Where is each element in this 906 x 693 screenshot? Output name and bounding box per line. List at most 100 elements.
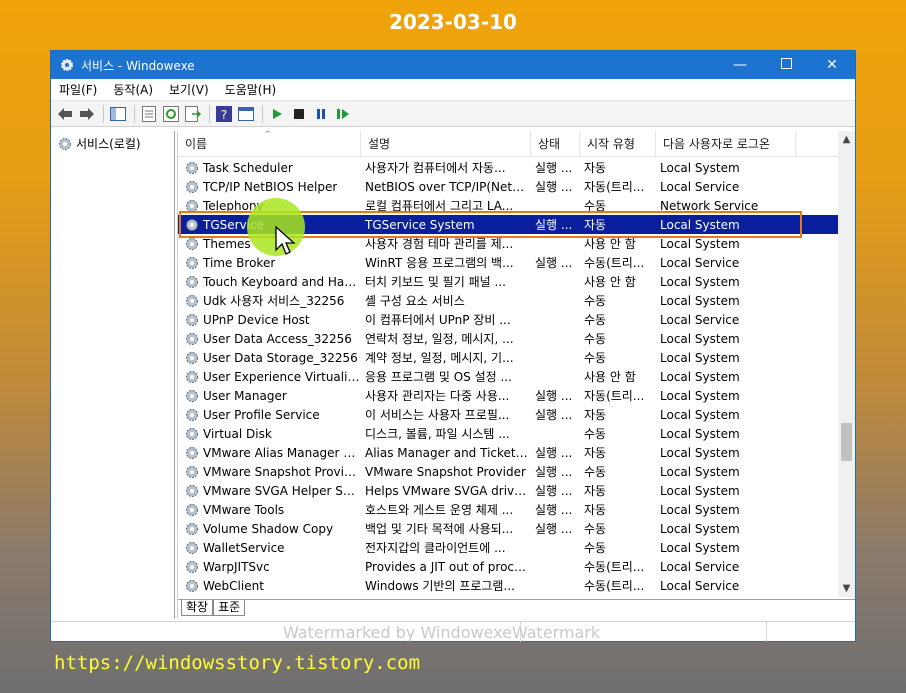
content-area: 서비스(로컬) ⌃ 이름 설명 상태 시작 유형 다음 사용자로 로그온 Task… — [51, 129, 855, 621]
service-startup-type: 자동 — [584, 503, 607, 517]
service-description: 이 컴퓨터에서 UPnP 장비 ... — [365, 313, 511, 327]
service-name-cell: VMware Alias Manager an... — [178, 445, 361, 461]
service-description: 응용 프로그램 및 OS 설정 ... — [365, 370, 512, 384]
service-row[interactable]: User Profile Service 이 서비스는 사용자 프로필... 실행 … — [178, 405, 838, 424]
service-row[interactable]: Task Scheduler 사용자가 컴퓨터에서 자동... 실행 ... 자동 Lo… — [178, 158, 838, 177]
service-row[interactable]: Touch Keyboard and Hand... 터치 키보드 및 필기 패널… — [178, 272, 838, 291]
service-gear-icon — [184, 502, 200, 518]
show-tree-button[interactable] — [108, 104, 128, 124]
export-button[interactable] — [183, 104, 203, 124]
service-name: Task Scheduler — [203, 160, 293, 175]
service-name: Virtual Disk — [203, 426, 272, 441]
service-log-on-as: Local System — [660, 521, 740, 536]
service-description: Alias Manager and Ticket S... — [365, 445, 531, 460]
scroll-up-icon[interactable]: ▲ — [838, 131, 855, 148]
service-log-on-as: Local System — [660, 293, 740, 308]
toolbar-divider — [103, 104, 104, 123]
service-startup-type: 수동(트리... — [584, 579, 645, 593]
service-row[interactable]: VMware Alias Manager an... Alias Manager … — [178, 443, 838, 462]
properties-icon — [238, 106, 254, 121]
service-row[interactable]: VMware SVGA Helper Serv... Helps VMware S… — [178, 481, 838, 500]
service-row[interactable]: User Manager 사용자 관리자는 다중 사용... 실행 ... 자동(트리… — [178, 386, 838, 405]
scrollbar-thumb[interactable] — [841, 423, 852, 461]
column-header-label: 상태 — [538, 137, 561, 151]
window-title: 서비스 - Windowexe — [81, 58, 195, 73]
service-row[interactable]: Udk 사용자 서비스_32256 셸 구성 요소 서비스 수동 Local Syst… — [178, 291, 838, 310]
tab-standard[interactable]: 표준 — [213, 600, 246, 616]
service-name-cell: VMware Snapshot Provider — [178, 464, 361, 480]
scroll-down-icon[interactable]: ▼ — [838, 580, 855, 597]
menu-action[interactable]: 동작(A) — [105, 81, 161, 98]
service-gear-icon — [184, 160, 200, 176]
close-button[interactable]: ✕ — [809, 51, 855, 79]
service-log-on-as: Local System — [660, 502, 740, 517]
column-header-startup-type[interactable]: 시작 유형 — [580, 131, 656, 157]
service-name: WarpJITSvc — [203, 559, 270, 574]
service-log-on-as: Local System — [660, 388, 740, 403]
service-gear-icon — [184, 369, 200, 385]
tab-extended[interactable]: 확장 — [181, 600, 214, 616]
export-icon — [185, 105, 201, 122]
service-row[interactable]: User Experience Virtualizati... 응용 프로그램 및… — [178, 367, 838, 386]
menu-view[interactable]: 보기(V) — [161, 81, 217, 98]
menu-help[interactable]: 도움말(H) — [217, 81, 285, 98]
services-window: 서비스 - Windowexe — ✕ 파일(F) 동작(A) 보기(V) 도움… — [50, 50, 856, 642]
properties-button[interactable] — [236, 104, 256, 124]
column-header-status[interactable]: 상태 — [531, 131, 580, 157]
forward-button[interactable] — [77, 104, 97, 124]
service-row[interactable]: WebClient Windows 기반의 프로그램... 수동(트리... Loca… — [178, 576, 838, 595]
pause-service-button[interactable] — [311, 104, 331, 124]
service-row[interactable]: User Data Access_32256 연락처 정보, 일정, 메시지, .… — [178, 329, 838, 348]
export-list-button[interactable] — [139, 104, 159, 124]
service-log-on-as: Local System — [660, 540, 740, 555]
column-header-label: 다음 사용자로 로그온 — [663, 137, 770, 151]
service-name: TCP/IP NetBIOS Helper — [203, 179, 338, 194]
column-header-log-on-as[interactable]: 다음 사용자로 로그온 — [656, 131, 796, 157]
service-row[interactable]: Virtual Disk 디스크, 볼륨, 파일 시스템 ... 수동 Local S… — [178, 424, 838, 443]
service-gear-icon — [184, 426, 200, 442]
watermark-text: Watermarked by WindowexeWatermark — [283, 623, 601, 642]
column-header-name[interactable]: ⌃ 이름 — [178, 131, 361, 157]
start-service-button[interactable] — [267, 104, 287, 124]
title-bar[interactable]: 서비스 - Windowexe — ✕ — [51, 51, 855, 79]
service-description: 사용자 관리자는 다중 사용... — [365, 389, 510, 403]
minimize-button[interactable]: — — [717, 51, 763, 79]
service-status: 실행 ... — [535, 522, 573, 536]
restart-service-button[interactable] — [333, 104, 353, 124]
vertical-scrollbar[interactable]: ▲ ▼ — [838, 131, 855, 597]
service-row[interactable]: WarpJITSvc Provides a JIT out of proces..… — [178, 557, 838, 576]
toolbar-divider — [262, 104, 263, 123]
service-row[interactable]: Volume Shadow Copy 백업 및 기타 목적에 사용되... 실행 .… — [178, 519, 838, 538]
service-row[interactable]: TCP/IP NetBIOS Helper NetBIOS over TCP/IP… — [178, 177, 838, 196]
service-status: 실행 ... — [535, 503, 573, 517]
tree-node-services-local[interactable]: 서비스(로컬) — [57, 135, 174, 152]
service-row[interactable]: VMware Snapshot Provider VMware Snapshot … — [178, 462, 838, 481]
column-header-description[interactable]: 설명 — [361, 131, 531, 157]
service-startup-type: 수동 — [584, 427, 607, 441]
service-name-cell: Time Broker — [178, 255, 361, 271]
service-description: Windows 기반의 프로그램... — [365, 579, 515, 593]
refresh-button[interactable] — [161, 104, 181, 124]
service-row[interactable]: UPnP Device Host 이 컴퓨터에서 UPnP 장비 ... 수동 Loc… — [178, 310, 838, 329]
service-name: User Profile Service — [203, 407, 320, 422]
service-gear-icon — [184, 445, 200, 461]
service-row[interactable]: VMware Tools 호스트와 게스트 운영 체제 ... 실행 ... 자동 Lo… — [178, 500, 838, 519]
service-log-on-as: Local System — [660, 236, 740, 251]
help-icon: ? — [216, 105, 232, 122]
tree-node-label: 서비스(로컬) — [76, 137, 141, 151]
service-row[interactable]: User Data Storage_32256 계약 정보, 일정, 메시지, 기… — [178, 348, 838, 367]
service-gear-icon — [184, 331, 200, 347]
service-row[interactable]: WalletService 전자지갑의 클라이언트에 ... 수동 Local Sys… — [178, 538, 838, 557]
sort-ascending-icon: ⌃ — [264, 131, 272, 140]
service-startup-type: 수동 — [584, 351, 607, 365]
service-description: VMware Snapshot Provider — [365, 464, 526, 479]
service-name-cell: UPnP Device Host — [178, 312, 361, 328]
stop-service-icon — [294, 108, 304, 119]
back-button[interactable] — [55, 104, 75, 124]
menu-file[interactable]: 파일(F) — [51, 81, 105, 98]
export-list-icon — [142, 105, 156, 122]
stop-service-button[interactable] — [289, 104, 309, 124]
date-stamp: 2023-03-10 — [389, 10, 517, 34]
maximize-button[interactable] — [763, 51, 809, 79]
help-button[interactable]: ? — [214, 104, 234, 124]
